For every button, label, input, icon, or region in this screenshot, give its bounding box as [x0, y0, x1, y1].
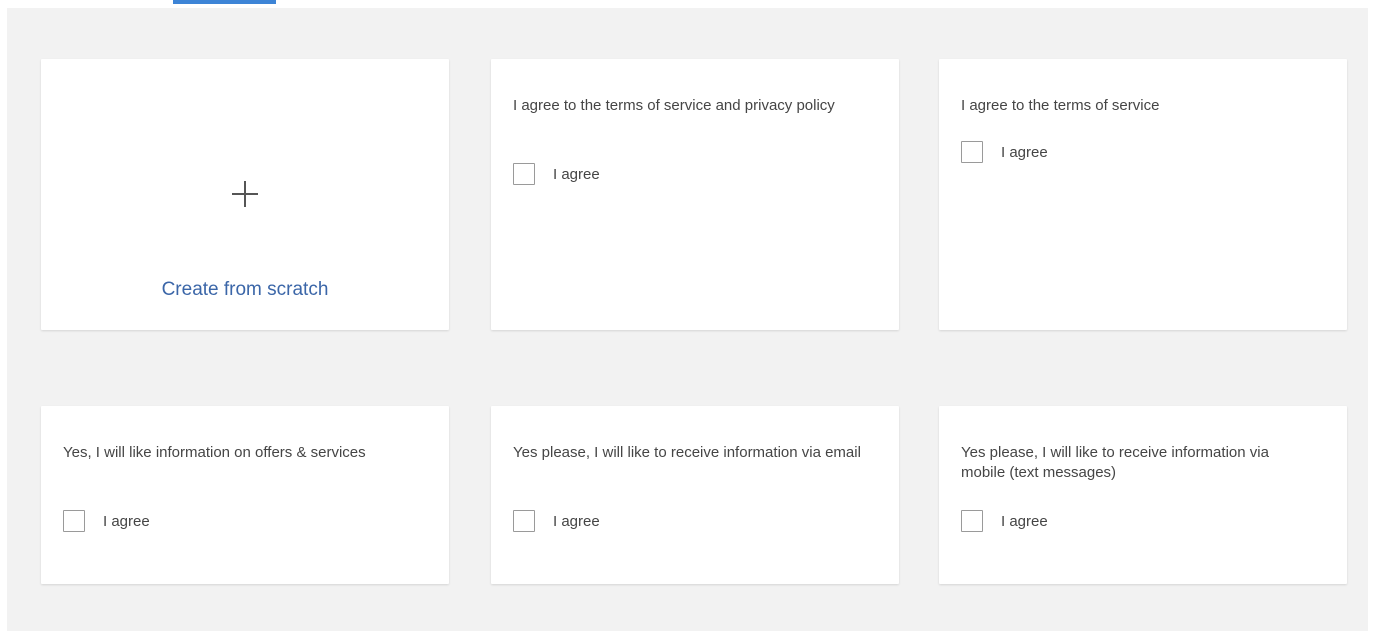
- agree-checkbox[interactable]: [961, 510, 983, 532]
- template-card-email[interactable]: Yes please, I will like to receive infor…: [491, 406, 899, 584]
- active-tab-indicator: [173, 0, 276, 4]
- template-card-terms-privacy[interactable]: I agree to the terms of service and priv…: [491, 59, 899, 330]
- template-card-offers-services[interactable]: Yes, I will like information on offers &…: [41, 406, 449, 584]
- agree-label: I agree: [103, 512, 150, 530]
- agree-label: I agree: [1001, 143, 1048, 161]
- template-card-text: Yes please, I will like to receive infor…: [961, 444, 1269, 481]
- agree-row: I agree: [63, 510, 150, 532]
- agree-checkbox[interactable]: [961, 141, 983, 163]
- create-from-scratch-card[interactable]: Create from scratch: [41, 59, 449, 330]
- template-card-text: Yes, I will like information on offers &…: [63, 444, 366, 461]
- agree-row: I agree: [513, 163, 600, 185]
- create-from-scratch-label: Create from scratch: [161, 279, 329, 300]
- agree-row: I agree: [513, 510, 600, 532]
- template-card-mobile[interactable]: Yes please, I will like to receive infor…: [939, 406, 1347, 584]
- agree-row: I agree: [961, 141, 1048, 163]
- agree-row: I agree: [961, 510, 1048, 532]
- template-gallery: Create from scratch I agree to the terms…: [7, 8, 1368, 631]
- agree-label: I agree: [553, 165, 600, 183]
- agree-checkbox[interactable]: [513, 163, 535, 185]
- agree-checkbox[interactable]: [513, 510, 535, 532]
- template-card-text: I agree to the terms of service and priv…: [513, 97, 835, 114]
- agree-label: I agree: [553, 512, 600, 530]
- template-card-text: Yes please, I will like to receive infor…: [513, 444, 861, 461]
- plus-icon: [232, 181, 258, 207]
- agree-label: I agree: [1001, 512, 1048, 530]
- template-card-terms[interactable]: I agree to the terms of service I agree: [939, 59, 1347, 330]
- agree-checkbox[interactable]: [63, 510, 85, 532]
- template-card-text: I agree to the terms of service: [961, 97, 1160, 114]
